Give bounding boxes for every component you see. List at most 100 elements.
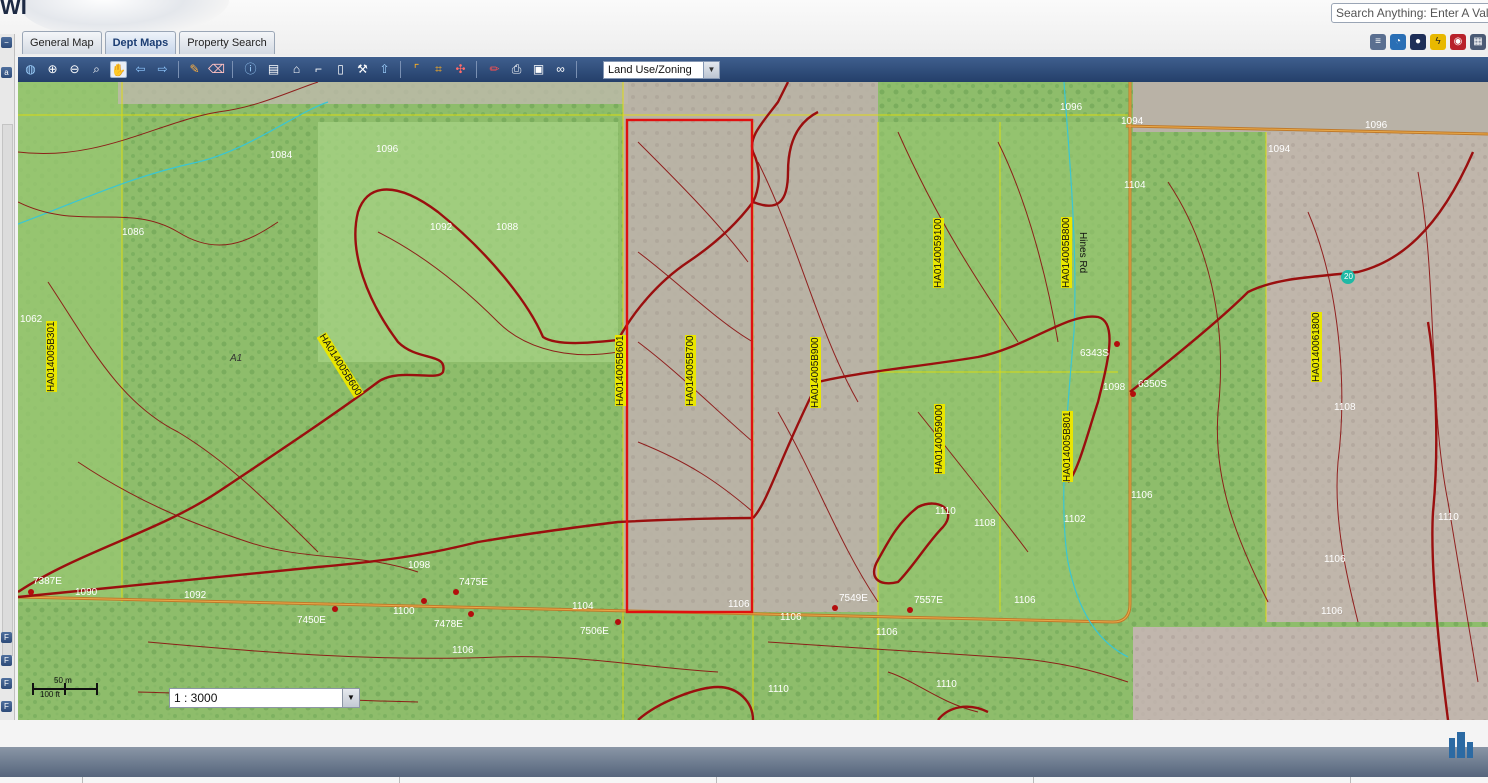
layers-icon[interactable]: ▤ bbox=[265, 61, 282, 78]
contour-label: 1108 bbox=[974, 518, 996, 529]
contour-label: 1104 bbox=[1124, 180, 1146, 191]
scale-bar-feet: 100 ft bbox=[40, 690, 61, 699]
bottom-tab-strip bbox=[0, 777, 1488, 783]
identify-icon[interactable]: ⓘ bbox=[242, 61, 259, 78]
eraser-icon[interactable]: ⌫ bbox=[208, 61, 225, 78]
globe-icon[interactable]: ● bbox=[1410, 34, 1426, 50]
address-label: 6343S bbox=[1080, 348, 1109, 359]
app-header: WI Search Anything: Enter A Value Genera… bbox=[0, 0, 1488, 56]
select-icon[interactable]: ⌂ bbox=[288, 61, 305, 78]
document-icon[interactable]: ▯ bbox=[332, 61, 349, 78]
contour-label: 1106 bbox=[1324, 554, 1346, 565]
map-toolbar: ◍ ⊕ ⊖ ⌕ ✋ ⇦ ⇨ ✎ ⌫ ⓘ ▤ ⌂ ⌐ ▯ ⚒ ⇧ ⌜ ⌗ ✣ ✏ … bbox=[18, 57, 1488, 82]
panel-button[interactable]: a bbox=[1, 67, 12, 78]
parcel-label: HA014005B900 bbox=[810, 337, 821, 408]
contour-label: 1084 bbox=[270, 150, 293, 161]
parcel-label: HA0140059000 bbox=[934, 404, 945, 474]
crop-corner-icon[interactable]: ⌜ bbox=[408, 61, 425, 78]
chart-icon[interactable]: ◔ bbox=[1390, 34, 1406, 50]
left-panel-strip: − a F F F F bbox=[0, 34, 15, 720]
scale-bar-meters: 50 m bbox=[54, 676, 72, 685]
contour-label: 1098 bbox=[408, 560, 431, 571]
link-icon[interactable]: ∞ bbox=[552, 61, 569, 78]
zoom-full-icon[interactable]: ◍ bbox=[22, 61, 39, 78]
parcel-label: HA014006180​0 bbox=[1311, 312, 1322, 382]
map-svg[interactable] bbox=[18, 82, 1488, 720]
list-icon[interactable]: ≡ bbox=[1370, 34, 1386, 50]
pencil-icon[interactable]: ✏ bbox=[486, 61, 503, 78]
contour-label: 1106 bbox=[1131, 490, 1153, 501]
print-icon[interactable]: ⎙ bbox=[508, 61, 525, 78]
layer-select[interactable]: Land Use/Zoning ▼ bbox=[603, 61, 720, 79]
bottom-status-bar bbox=[0, 747, 1488, 777]
contour-label: 1106 bbox=[1321, 606, 1343, 617]
road-name-label: Hines Rd bbox=[1077, 232, 1088, 274]
contour-label: 1088 bbox=[496, 222, 519, 233]
parcel-label: HA014005B301 bbox=[46, 321, 57, 392]
map-tabs: General Map Dept Maps Property Search bbox=[22, 31, 278, 55]
left-scrollbar[interactable] bbox=[2, 124, 13, 656]
crop-icon[interactable]: ⌗ bbox=[430, 61, 447, 78]
tab-property-search[interactable]: Property Search bbox=[179, 31, 275, 54]
contour-label: 1102 bbox=[1064, 514, 1086, 525]
contour-label: 1096 bbox=[1365, 120, 1388, 131]
panel-button-1[interactable]: F bbox=[1, 632, 12, 643]
route-shield-label: 20 bbox=[1344, 272, 1353, 281]
chevron-down-icon: ▼ bbox=[703, 62, 719, 78]
zoom-out-icon[interactable]: ⊖ bbox=[66, 61, 83, 78]
contour-label: 1106 bbox=[876, 627, 898, 638]
tab-general-map[interactable]: General Map bbox=[22, 31, 102, 54]
contour-label: 1110 bbox=[1438, 512, 1459, 523]
toolbar-separator bbox=[476, 61, 477, 78]
search-input[interactable]: Search Anything: Enter A Value bbox=[1331, 3, 1488, 23]
contour-label: 1062 bbox=[20, 314, 43, 325]
export-icon[interactable]: ▣ bbox=[530, 61, 547, 78]
app-logo: WI bbox=[0, 0, 27, 19]
contour-label: 1104 bbox=[572, 601, 594, 612]
zoom-in-icon[interactable]: ⊕ bbox=[44, 61, 61, 78]
contour-label: 1108 bbox=[1334, 402, 1356, 413]
contour-label: 1110 bbox=[936, 679, 957, 690]
parcel-label: HA014005B601 bbox=[615, 335, 626, 406]
map-canvas[interactable]: A1 Hines Rd 20 HA014005B301 HA014005B600… bbox=[18, 82, 1488, 720]
contour-label: 1106 bbox=[1014, 595, 1036, 606]
stop-icon[interactable]: ◉ bbox=[1450, 34, 1466, 50]
panel-button-3[interactable]: F bbox=[1, 678, 12, 689]
parcel-label: HA014005910​0 bbox=[933, 218, 944, 288]
panel-button-2[interactable]: F bbox=[1, 655, 12, 666]
up-arrow-icon[interactable]: ⇧ bbox=[376, 61, 393, 78]
measure-icon[interactable]: ⌐ bbox=[310, 61, 327, 78]
collapse-button[interactable]: − bbox=[1, 37, 12, 48]
contour-label: 1096 bbox=[1060, 102, 1083, 113]
back-icon[interactable]: ⇦ bbox=[132, 61, 149, 78]
xy-point-icon[interactable]: ✣ bbox=[452, 61, 469, 78]
toolbar-separator bbox=[178, 61, 179, 78]
parcel-label: HA014005B801 bbox=[1062, 411, 1073, 482]
contour-label: 1110 bbox=[768, 684, 789, 695]
toolbar-separator bbox=[400, 61, 401, 78]
hammer-icon[interactable]: ⚒ bbox=[354, 61, 371, 78]
bottom-tab-divider bbox=[82, 777, 83, 783]
lightning-icon[interactable]: ϟ bbox=[1430, 34, 1446, 50]
chevron-down-icon: ▼ bbox=[342, 689, 359, 707]
toolbar-separator bbox=[576, 61, 577, 78]
scale-select[interactable]: 1 : 3000 ▼ bbox=[169, 688, 360, 708]
contour-label: 1096 bbox=[376, 144, 399, 155]
lsar-logo bbox=[1449, 732, 1473, 758]
bottom-tab-divider bbox=[399, 777, 400, 783]
layer-select-value: Land Use/Zoning bbox=[608, 64, 692, 76]
address-label: 7450E bbox=[297, 615, 326, 626]
forward-icon[interactable]: ⇨ bbox=[154, 61, 171, 78]
settings-icon[interactable]: ▦ bbox=[1470, 34, 1486, 50]
paint-icon[interactable]: ✎ bbox=[186, 61, 203, 78]
bottom-tab-divider bbox=[1033, 777, 1034, 783]
zoom-box-icon[interactable]: ⌕ bbox=[88, 61, 105, 78]
contour-label: 1086 bbox=[122, 227, 145, 238]
scale-bar: 50 m 100 ft bbox=[32, 676, 102, 702]
scale-select-value: 1 : 3000 bbox=[174, 691, 218, 705]
contour-label: 1092 bbox=[430, 222, 453, 233]
parcel-label: HA014005B800 bbox=[1061, 217, 1072, 288]
tab-dept-maps[interactable]: Dept Maps bbox=[104, 31, 177, 54]
panel-button-4[interactable]: F bbox=[1, 701, 12, 712]
pan-icon[interactable]: ✋ bbox=[110, 61, 127, 78]
